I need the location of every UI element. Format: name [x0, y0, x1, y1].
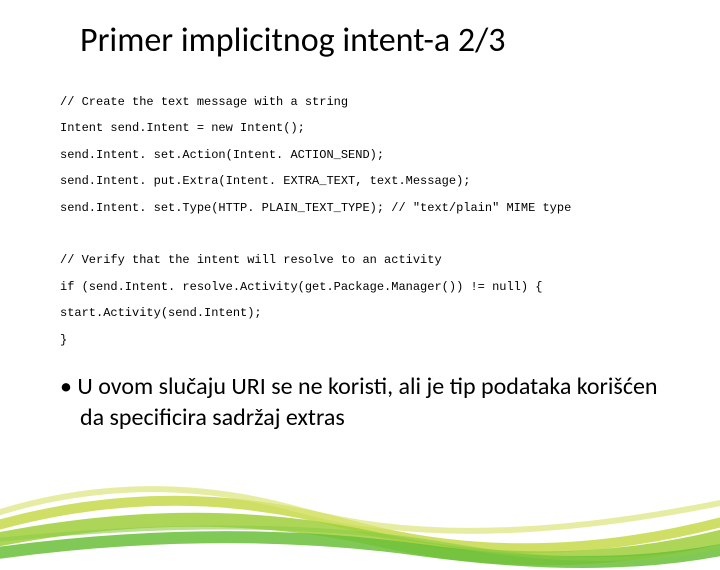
code-line: if (send.Intent. resolve.Activity(get.Pa…	[60, 274, 660, 300]
code-line: }	[60, 327, 660, 353]
code-line: // Verify that the intent will resolve t…	[60, 247, 660, 273]
code-line: send.Intent. put.Extra(Intent. EXTRA_TEX…	[60, 168, 660, 194]
code-line: start.Activity(send.Intent);	[60, 300, 660, 326]
code-line: send.Intent. set.Action(Intent. ACTION_S…	[60, 142, 660, 168]
decorative-swirl	[0, 450, 720, 570]
code-block: // Create the text message with a string…	[60, 89, 660, 353]
bullet-text: U ovom slučaju URI se ne koristi, ali je…	[60, 371, 660, 433]
code-line: send.Intent. set.Type(HTTP. PLAIN_TEXT_T…	[60, 195, 660, 221]
slide-title: Primer implicitnog intent-a 2/3	[60, 20, 660, 61]
slide: Primer implicitnog intent-a 2/3 // Creat…	[0, 0, 720, 540]
code-line: // Create the text message with a string	[60, 89, 660, 115]
code-line: Intent send.Intent = new Intent();	[60, 115, 660, 141]
